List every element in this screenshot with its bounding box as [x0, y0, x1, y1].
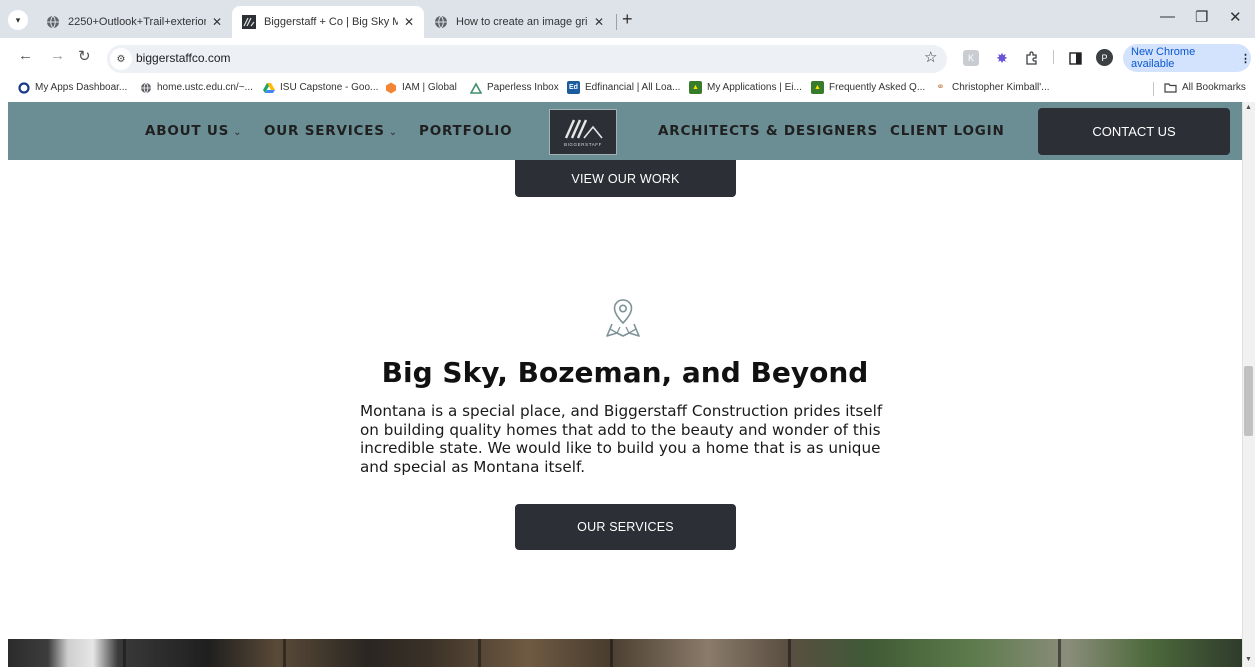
bookmark-faq[interactable]: ▲ Frequently Asked Q...	[811, 81, 925, 94]
bookmark-label: Edfinancial | All Loa...	[585, 82, 681, 93]
tab-close-icon[interactable]: ✕	[212, 15, 222, 29]
bookmark-my-apps[interactable]: My Apps Dashboar...	[17, 81, 127, 94]
bookmarks-separator	[1153, 82, 1154, 96]
bookmark-christopher-kimball[interactable]: ⚭ Christopher Kimball'...	[934, 81, 1050, 94]
section-title: Big Sky, Bozeman, and Beyond	[381, 356, 869, 389]
bookmark-label: ISU Capstone - Goo...	[280, 82, 379, 93]
bookmark-isu-capstone[interactable]: ISU Capstone - Goo...	[262, 81, 378, 94]
bookmark-paperless[interactable]: Paperless Inbox	[469, 81, 559, 94]
bookmark-label: Frequently Asked Q...	[829, 82, 926, 93]
bookmark-label: My Applications | Ei...	[707, 82, 802, 93]
bookmark-ustc[interactable]: home.ustc.edu.cn/~...	[139, 81, 253, 94]
our-services-button[interactable]: OUR SERVICES	[515, 504, 736, 550]
tab-title: Biggerstaff + Co | Big Sky Mont	[264, 16, 398, 28]
tab-search-chevron-icon[interactable]: ▾	[8, 10, 28, 30]
nav-label: ABOUT US	[145, 123, 230, 139]
tab-image-grid[interactable]: How to create an image grid in ✕	[424, 6, 614, 38]
bookmark-label: home.ustc.edu.cn/~...	[157, 82, 253, 93]
drive-icon	[262, 81, 275, 94]
bookmark-iam-global[interactable]: IAM | Global	[384, 81, 457, 94]
tab-biggerstaff[interactable]: Biggerstaff + Co | Big Sky Mont ✕	[232, 6, 424, 38]
nav-client-login[interactable]: CLIENT LOGIN	[890, 123, 1005, 139]
new-tab-button[interactable]: +	[622, 9, 633, 30]
restore-button[interactable]: ❐	[1195, 8, 1208, 26]
tab-close-icon[interactable]: ✕	[594, 15, 604, 29]
scrollbar-thumb[interactable]	[1244, 366, 1253, 436]
toolbar-separator	[1053, 50, 1054, 64]
url-text[interactable]: biggerstaffco.com	[136, 51, 231, 65]
scroll-down-arrow-icon[interactable]: ▼	[1245, 656, 1252, 663]
photo-detail	[478, 639, 481, 667]
bookmark-label: All Bookmarks	[1182, 82, 1246, 93]
bookmark-star-icon[interactable]: ☆	[924, 48, 937, 66]
tab-separator	[616, 14, 617, 30]
bookmark-label: IAM | Global	[402, 82, 457, 93]
map-pin-icon	[606, 299, 640, 337]
nav-portfolio[interactable]: PORTFOLIO	[419, 123, 512, 139]
view-our-work-button[interactable]: VIEW OUR WORK	[515, 160, 736, 197]
ed-icon: Ed	[567, 81, 580, 94]
folder-icon	[1164, 81, 1177, 94]
circle-icon	[17, 81, 30, 94]
address-bar[interactable]	[107, 45, 947, 73]
chevron-down-icon: ⌄	[233, 127, 243, 138]
hexagon-icon	[384, 81, 397, 94]
globe-icon	[434, 15, 448, 29]
extension-k-icon[interactable]: K	[963, 50, 979, 66]
photo-detail	[1058, 639, 1061, 667]
minimize-button[interactable]: —	[1160, 8, 1175, 25]
paperless-icon	[469, 81, 482, 94]
kebab-menu-icon[interactable]: ⋮	[1240, 52, 1251, 65]
globe-icon	[46, 15, 60, 29]
tab-close-icon[interactable]: ✕	[404, 15, 414, 29]
photo-detail	[610, 639, 613, 667]
nav-label: OUR SERVICES	[264, 123, 385, 139]
hero-photo	[8, 639, 1242, 667]
update-chip-label: New Chrome available	[1131, 46, 1196, 70]
bookmark-my-applications[interactable]: ▲ My Applications | Ei...	[689, 81, 802, 94]
extension-gear-icon[interactable]: ✸	[994, 50, 1010, 66]
section-body-text: Montana is a special place, and Biggerst…	[360, 402, 883, 476]
nav-our-services[interactable]: OUR SERVICES ⌄	[264, 123, 398, 139]
globe-icon	[139, 81, 152, 94]
tab-title: 2250+Outlook+Trail+exterior1-	[68, 16, 206, 28]
back-arrow-icon[interactable]: ←	[18, 47, 33, 64]
forward-arrow-icon[interactable]: →	[50, 47, 65, 64]
deere-icon: ▲	[689, 81, 702, 94]
logo-text: BIGGERSTAFF	[563, 141, 603, 147]
photo-detail	[283, 639, 286, 667]
chevron-down-icon: ⌄	[388, 127, 398, 138]
photo-detail	[123, 639, 126, 667]
deere-icon: ▲	[811, 81, 824, 94]
tab-title: How to create an image grid in	[456, 16, 588, 28]
site-logo-icon	[242, 15, 256, 29]
close-window-button[interactable]: ✕	[1229, 8, 1242, 26]
chrome-update-chip[interactable]: New Chrome available ⋮	[1123, 44, 1251, 72]
ck-icon: ⚭	[936, 82, 945, 93]
site-logo[interactable]: BIGGERSTAFF	[549, 109, 617, 155]
bookmark-label: Christopher Kimball'...	[952, 82, 1050, 93]
bookmark-label: Paperless Inbox	[487, 82, 559, 93]
reload-icon[interactable]: ↻	[78, 47, 91, 65]
extensions-puzzle-icon[interactable]	[1024, 50, 1040, 66]
side-panel-icon[interactable]	[1067, 50, 1083, 66]
nav-architects-designers[interactable]: ARCHITECTS & DESIGNERS	[658, 123, 878, 139]
bookmark-edfinancial[interactable]: Ed Edfinancial | All Loa...	[567, 81, 680, 94]
logo-mark-icon	[564, 119, 603, 139]
all-bookmarks[interactable]: All Bookmarks	[1164, 81, 1246, 94]
scroll-up-arrow-icon[interactable]: ▲	[1245, 104, 1252, 111]
bookmark-label: My Apps Dashboar...	[35, 82, 128, 93]
contact-us-button[interactable]: CONTACT US	[1038, 108, 1230, 155]
site-settings-icon[interactable]: ⚙	[110, 48, 132, 70]
photo-detail	[788, 639, 791, 667]
profile-avatar[interactable]: P	[1096, 49, 1113, 66]
nav-about-us[interactable]: ABOUT US ⌄	[145, 123, 242, 139]
tab-outlook-trail[interactable]: 2250+Outlook+Trail+exterior1- ✕	[36, 6, 232, 38]
